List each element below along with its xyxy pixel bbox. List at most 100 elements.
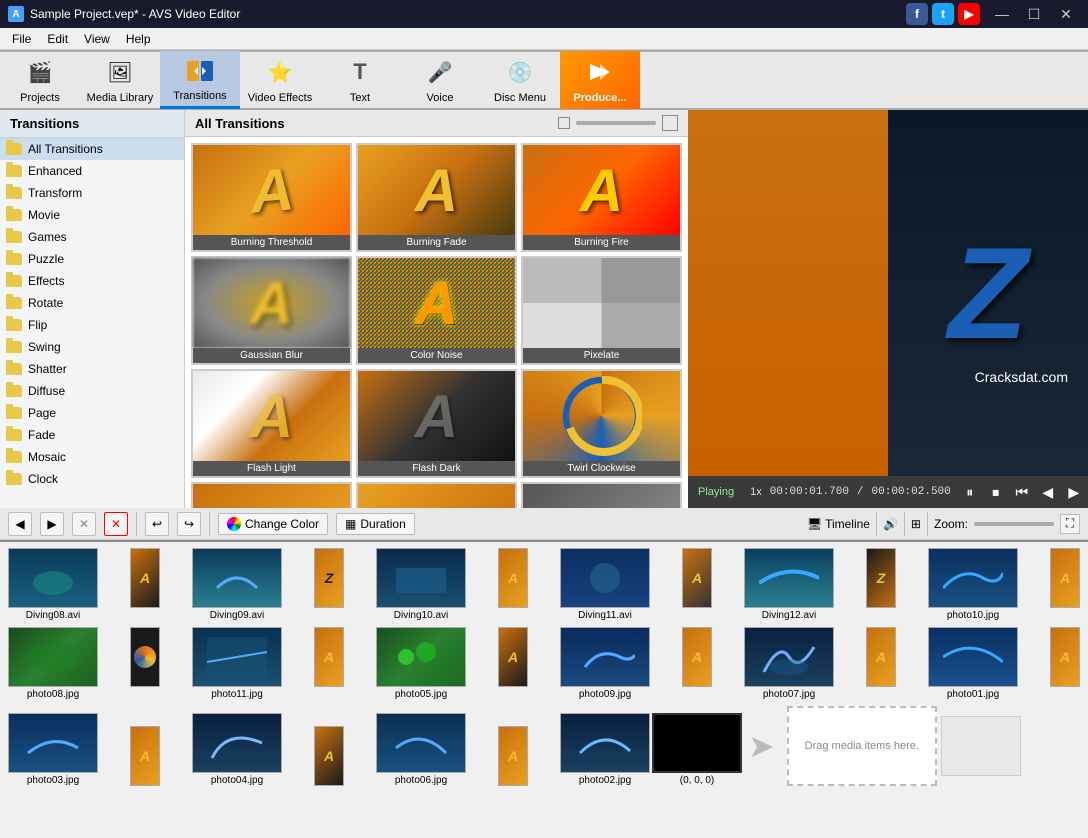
transition-row4-1[interactable] — [191, 482, 352, 508]
menu-file[interactable]: File — [4, 30, 39, 48]
toolbar-video-effects[interactable]: ⭐ Video Effects — [240, 51, 320, 109]
transition-color-noise[interactable]: A Color Noise — [356, 256, 517, 365]
menu-view[interactable]: View — [76, 30, 118, 48]
list-item[interactable]: Diving10.avi — [376, 548, 466, 621]
next-frame-button[interactable]: ▶ — [1063, 481, 1085, 503]
toolbar-transitions[interactable]: Transitions — [160, 51, 240, 109]
transition-flash-light[interactable]: A Flash Light — [191, 369, 352, 478]
list-item[interactable]: A — [468, 548, 558, 608]
list-item[interactable]: photo04.jpg — [192, 713, 282, 786]
list-item[interactable]: photo05.jpg — [376, 627, 466, 700]
maximize-button[interactable]: ☐ — [1020, 4, 1048, 24]
list-item[interactable]: A — [100, 726, 190, 786]
size-slider[interactable] — [576, 121, 656, 125]
sidebar-item-swing[interactable]: Swing — [0, 336, 184, 358]
transition-burning-fade[interactable]: A Burning Fade — [356, 143, 517, 252]
toolbar-projects[interactable]: 🎬 Projects — [0, 51, 80, 109]
close-button[interactable]: ✕ — [1052, 4, 1080, 24]
sidebar-item-mosaic[interactable]: Mosaic — [0, 446, 184, 468]
toolbar-voice[interactable]: 🎤 Voice — [400, 51, 480, 109]
sidebar-item-fade[interactable]: Fade — [0, 424, 184, 446]
list-item[interactable]: A — [284, 726, 374, 786]
transition-flash-dark[interactable]: A Flash Dark — [356, 369, 517, 478]
sidebar-item-flip[interactable]: Flip — [0, 314, 184, 336]
list-item[interactable]: photo09.jpg — [560, 627, 650, 700]
redo-button[interactable]: ↪ — [177, 512, 201, 536]
list-item[interactable]: A — [652, 627, 742, 687]
facebook-icon[interactable]: f — [906, 3, 928, 25]
drag-drop-zone[interactable]: Drag media items here. — [787, 706, 937, 786]
rewind-button[interactable]: ⏮ — [1011, 481, 1033, 503]
list-item[interactable]: photo11.jpg — [192, 627, 282, 700]
sidebar-item-all-transitions[interactable]: All Transitions — [0, 138, 184, 160]
list-item[interactable]: A — [284, 627, 374, 687]
stop-button[interactable]: ⏹ — [985, 481, 1007, 503]
list-item-black[interactable]: (0, 0, 0) — [652, 713, 742, 786]
menu-help[interactable]: Help — [118, 30, 159, 48]
list-item[interactable]: Diving08.avi — [8, 548, 98, 621]
transition-pixelate[interactable]: Pixelate — [521, 256, 682, 365]
toolbar-produce[interactable]: Produce... — [560, 51, 640, 109]
view-large-icon[interactable] — [662, 115, 678, 131]
toolbar-disc-menu[interactable]: 💿 Disc Menu — [480, 51, 560, 109]
view-toggle[interactable]: 🖥 Timeline — [807, 517, 870, 531]
sidebar-item-effects[interactable]: Effects — [0, 270, 184, 292]
transition-row4-2[interactable] — [356, 482, 517, 508]
list-item[interactable]: photo10.jpg — [928, 548, 1018, 621]
list-item[interactable]: Z — [284, 548, 374, 608]
list-item[interactable]: A — [1020, 627, 1088, 687]
red-close-button[interactable]: ✕ — [104, 512, 128, 536]
list-item[interactable]: A — [100, 548, 190, 608]
nav-back-button[interactable]: ◀ — [8, 512, 32, 536]
transition-twirl-clockwise[interactable]: Twirl Clockwise — [521, 369, 682, 478]
list-item[interactable] — [100, 627, 190, 687]
list-item[interactable]: photo06.jpg — [376, 713, 466, 786]
sidebar-item-movie[interactable]: Movie — [0, 204, 184, 226]
sidebar-item-puzzle[interactable]: Puzzle — [0, 248, 184, 270]
list-item[interactable]: photo08.jpg — [8, 627, 98, 700]
list-item[interactable]: Z — [836, 548, 926, 608]
list-item[interactable]: A — [1020, 548, 1088, 608]
sidebar-item-rotate[interactable]: Rotate — [0, 292, 184, 314]
list-item[interactable]: photo07.jpg — [744, 627, 834, 700]
toolbar-media-library[interactable]: 🖼 Media Library — [80, 51, 160, 109]
close-button-2[interactable]: ✕ — [72, 512, 96, 536]
volume-icon-2[interactable]: 🔊 — [883, 517, 898, 531]
list-item[interactable]: photo03.jpg — [8, 713, 98, 786]
transition-gaussian-blur[interactable]: A Gaussian Blur — [191, 256, 352, 365]
twitter-icon[interactable]: t — [932, 3, 954, 25]
transition-row4-3[interactable] — [521, 482, 682, 508]
minimize-button[interactable]: — — [988, 4, 1016, 24]
sidebar-item-enhanced[interactable]: Enhanced — [0, 160, 184, 182]
list-item[interactable]: A — [652, 548, 742, 608]
prev-frame-button[interactable]: ◀ — [1037, 481, 1059, 503]
layout-icon[interactable]: ⊞ — [911, 517, 921, 531]
sidebar-item-shatter[interactable]: Shatter — [0, 358, 184, 380]
list-item[interactable]: A — [468, 726, 558, 786]
toolbar-text[interactable]: T Text — [320, 51, 400, 109]
list-item[interactable]: photo02.jpg — [560, 713, 650, 786]
menu-edit[interactable]: Edit — [39, 30, 76, 48]
expand-button[interactable]: ⛶ — [1060, 514, 1080, 534]
nav-forward-button[interactable]: ▶ — [40, 512, 64, 536]
list-item[interactable]: A — [836, 627, 926, 687]
change-color-button[interactable]: Change Color — [218, 513, 328, 535]
sidebar-item-clock[interactable]: Clock — [0, 468, 184, 490]
transition-burning-threshold[interactable]: A Burning Threshold — [191, 143, 352, 252]
list-item[interactable]: A — [468, 627, 558, 687]
zoom-slider[interactable] — [974, 522, 1054, 526]
sidebar-item-page[interactable]: Page — [0, 402, 184, 424]
list-item[interactable]: Diving11.avi — [560, 548, 650, 621]
sidebar-item-games[interactable]: Games — [0, 226, 184, 248]
duration-button[interactable]: ▦ Duration — [336, 513, 415, 535]
sidebar-item-transform[interactable]: Transform — [0, 182, 184, 204]
transition-burning-fire[interactable]: A Burning Fire — [521, 143, 682, 252]
pause-button[interactable]: ⏸ — [959, 481, 981, 503]
undo-button[interactable]: ↩ — [145, 512, 169, 536]
list-item[interactable]: Diving12.avi — [744, 548, 834, 621]
list-item[interactable]: Diving09.avi — [192, 548, 282, 621]
list-item[interactable]: photo01.jpg — [928, 627, 1018, 700]
sidebar-item-diffuse[interactable]: Diffuse — [0, 380, 184, 402]
view-small-icon[interactable] — [558, 117, 570, 129]
youtube-icon[interactable]: ▶ — [958, 3, 980, 25]
